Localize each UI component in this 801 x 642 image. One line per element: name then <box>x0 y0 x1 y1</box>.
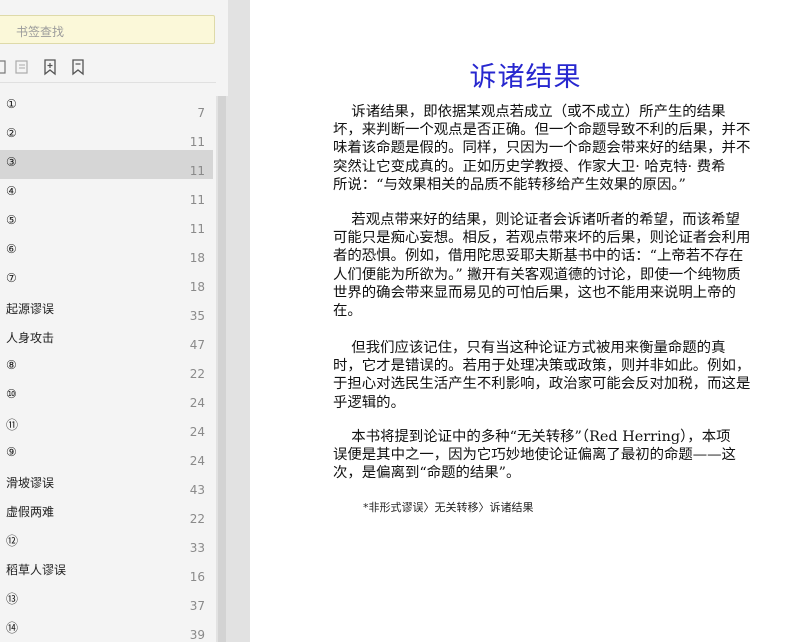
expand-all-icon[interactable] <box>14 58 30 76</box>
bookmark-label: ⑧ <box>6 358 17 372</box>
bookmark-item[interactable]: ⑫ 33 <box>0 527 213 556</box>
bookmark-item[interactable]: 稻草人谬误 16 <box>0 556 213 585</box>
bookmark-page-number: 11 <box>189 164 205 178</box>
bookmark-item[interactable]: ③ 11 <box>0 150 213 179</box>
search-placeholder: 书签查找 <box>16 25 65 39</box>
bookmark-label: 虚假两难 <box>6 505 55 519</box>
bookmark-label: ⑫ <box>6 534 19 548</box>
bookmark-label: 稻草人谬误 <box>6 563 67 577</box>
bookmark-item[interactable]: 起源谬误 35 <box>0 295 213 324</box>
bookmark-item[interactable]: ⑥ 18 <box>0 237 213 266</box>
bookmark-item[interactable]: ⑨ 24 <box>0 440 213 469</box>
bookmark-label: ⑥ <box>6 242 17 256</box>
bookmark-item[interactable]: ⑧ 22 <box>0 353 213 382</box>
bookmark-item[interactable]: ⑦ 18 <box>0 266 213 295</box>
bookmark-list: ① 7 ② 11 ③ 11 ④ 11 ⑤ 11 ⑥ 18 ⑦ 18 起源谬误 35 人身攻击 47 ⑧ 22 ⑩ 24 ⑪ 2… <box>0 92 213 642</box>
paragraph-2: 若观点带来好的结果，则论证者会诉诸听者的希望，而该希望 可能只是痴心妄想。相反，… <box>333 212 751 320</box>
bookmark-page-number: 11 <box>189 222 205 236</box>
bookmark-page-number: 39 <box>189 628 205 642</box>
bookmark-item[interactable]: 滑坡谬误 43 <box>0 469 213 498</box>
bookmark-page-number: 24 <box>189 454 205 468</box>
panel-splitter[interactable] <box>228 0 250 642</box>
bookmark-label: ⑬ <box>6 592 19 606</box>
paragraph-4: 本书将提到论证中的多种“无关转移”（Red Herring），本项 误便是其中之… <box>333 429 736 482</box>
bookmark-item[interactable]: ①7 <box>0 92 213 121</box>
page-title: 诉诸结果 <box>469 62 582 93</box>
bookmark-page-number: 24 <box>189 396 205 410</box>
bookmark-label: ⑦ <box>6 271 17 285</box>
bookmark-page-number: 18 <box>189 251 205 265</box>
bookmark-page-number: 16 <box>189 570 205 584</box>
bookmark-page-number: 37 <box>189 599 205 613</box>
bookmark-page-number: 11 <box>189 193 205 207</box>
bookmark-page-number: 35 <box>189 309 205 323</box>
bookmark-label: 滑坡谬误 <box>6 476 55 490</box>
toolbar-divider <box>0 82 216 83</box>
add-bookmark-icon[interactable] <box>42 58 58 76</box>
bookmark-page-number: 7 <box>197 106 205 120</box>
bookmark-icon[interactable] <box>70 58 86 76</box>
bookmark-item[interactable]: 虚假两难 22 <box>0 498 213 527</box>
bookmark-item[interactable]: ⑩ 24 <box>0 382 213 411</box>
bookmark-label: 人身攻击 <box>6 331 55 345</box>
bookmark-label: ④ <box>6 184 17 198</box>
bookmark-label: 起源谬误 <box>6 302 55 316</box>
bookmark-label: ③ <box>6 155 17 169</box>
document-page: 诉诸结果 诉诸结果，即依据某观点若成立（或不成立）所产生的结果 坏，来判断一个观… <box>250 0 801 642</box>
bookmark-item[interactable]: 人身攻击 47 <box>0 324 213 353</box>
bookmark-label: ⑩ <box>6 387 17 401</box>
bookmark-search-input[interactable]: 书签查找 <box>0 15 215 44</box>
paragraph-1: 诉诸结果，即依据某观点若成立（或不成立）所产生的结果 坏，来判断一个观点是否正确… <box>333 104 751 193</box>
bookmark-label: ② <box>6 126 17 140</box>
bookmark-item[interactable]: ⑤ 11 <box>0 208 213 237</box>
bookmark-toolbar <box>0 58 220 78</box>
bookmark-page-number: 11 <box>189 135 205 149</box>
bookmark-page-number: 22 <box>189 367 205 381</box>
bookmark-label: ⑤ <box>6 213 17 227</box>
bookmark-outline-icon[interactable] <box>0 58 8 76</box>
bookmark-page-number: 43 <box>189 483 205 497</box>
bookmark-panel: 书签查找 ① 7 ② 11 ③ 11 ④ 11 ⑤ 11 ⑥ 18 ⑦ 18 起源谬误 35 人身攻击 47 ⑧ 22… <box>0 0 228 642</box>
bookmark-page-number: 18 <box>189 280 205 294</box>
bookmark-label: ⑭ <box>6 621 19 635</box>
bookmark-page-number: 33 <box>189 541 205 555</box>
bookmark-item[interactable]: ⑭ 39 <box>0 614 213 642</box>
bookmark-item[interactable]: ② 11 <box>0 121 213 150</box>
bookmark-label: ① <box>6 97 17 111</box>
bookmark-item[interactable]: ④ 11 <box>0 179 213 208</box>
breadcrumb: *非形式谬误〉无关转移〉诉诸结果 <box>363 501 534 514</box>
bookmark-scrollbar-thumb[interactable] <box>218 96 226 642</box>
bookmark-item[interactable]: ⑬ 37 <box>0 585 213 614</box>
bookmark-page-number: 22 <box>189 512 205 526</box>
bookmark-page-number: 47 <box>189 338 205 352</box>
bookmark-item[interactable]: ⑪ 24 <box>0 411 213 440</box>
paragraph-3: 但我们应该记住，只有当这种论证方式被用来衡量命题的真 时，它才是错误的。若用于处… <box>333 340 751 411</box>
bookmark-label: ⑨ <box>6 445 17 459</box>
bookmark-label: ⑪ <box>6 418 19 432</box>
bookmark-page-number: 24 <box>189 425 205 439</box>
